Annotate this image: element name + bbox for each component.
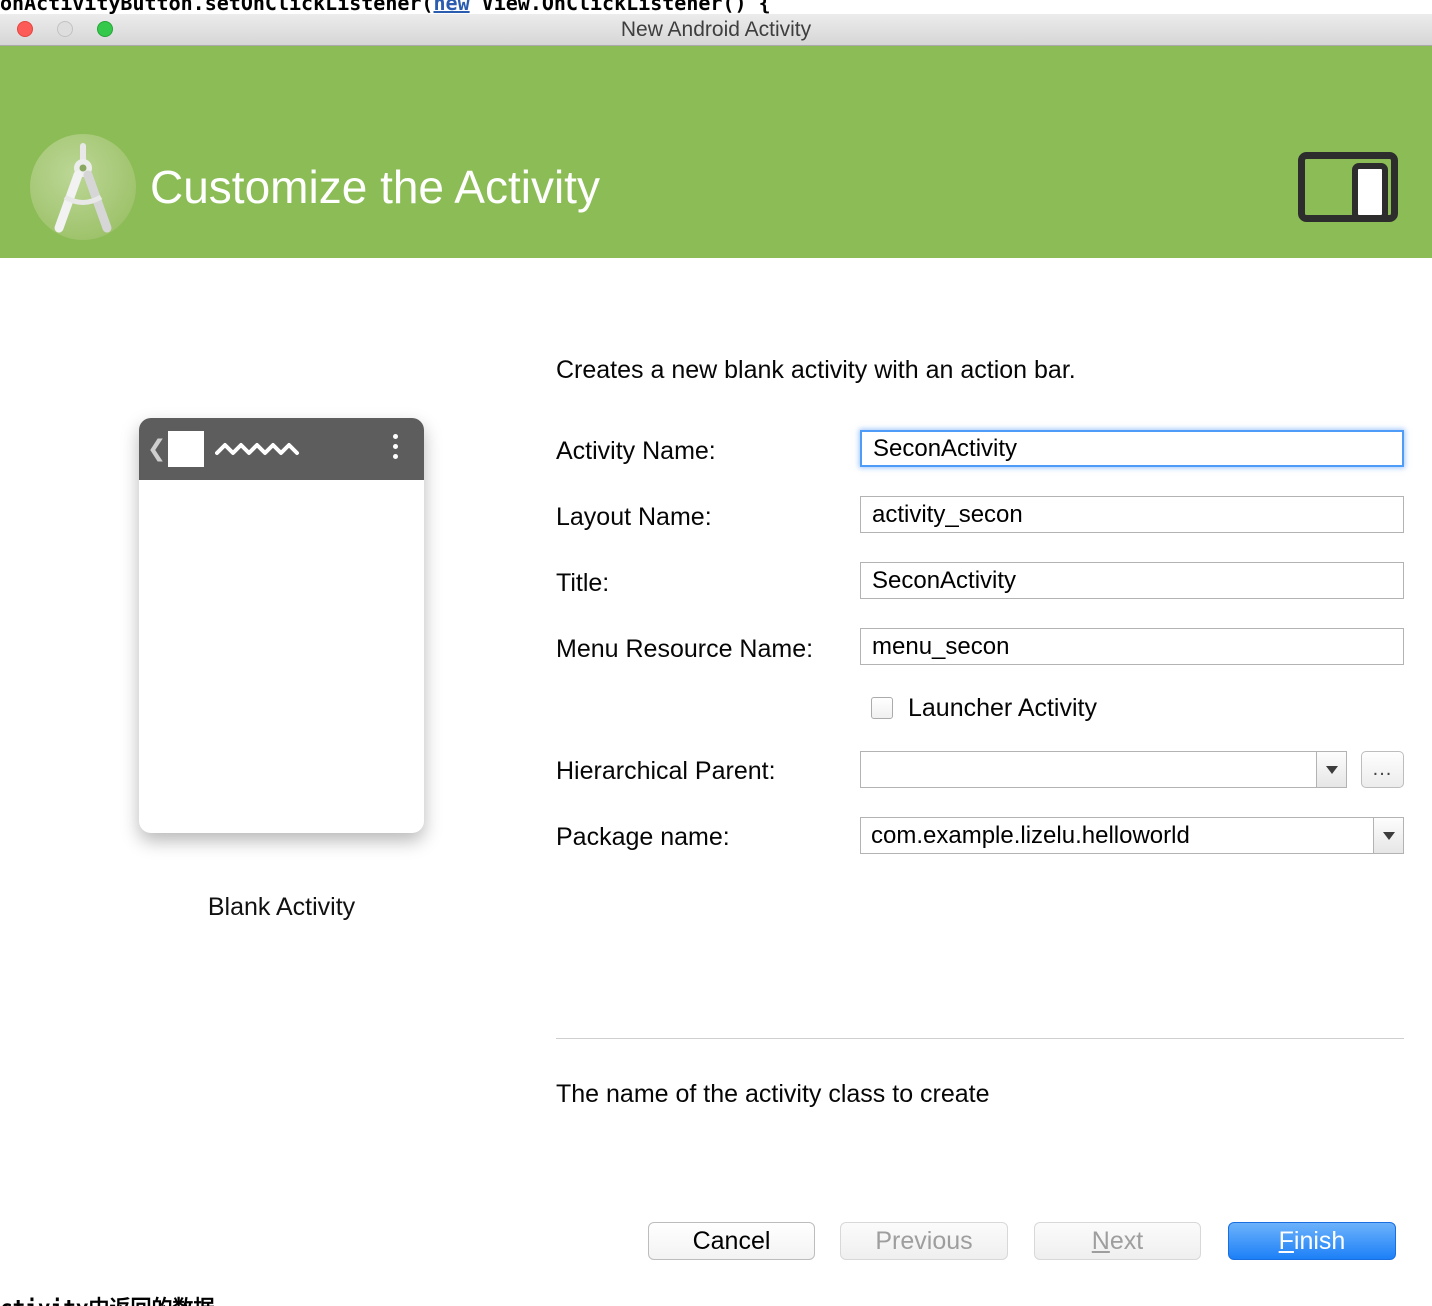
chevron-down-icon — [1326, 766, 1338, 774]
background-code-bottom: ctivity中返回的数据 — [0, 1292, 1432, 1306]
activity-name-input[interactable] — [860, 430, 1404, 467]
package-name-label: Package name: — [556, 823, 730, 852]
chevron-down-icon — [1383, 832, 1395, 840]
divider — [556, 1038, 1404, 1039]
activity-name-label: Activity Name: — [556, 437, 716, 466]
hierarchical-parent-combo — [860, 751, 1347, 788]
window-title: New Android Activity — [0, 14, 1432, 45]
hierarchical-parent-dropdown-button[interactable] — [1316, 752, 1346, 787]
code-text-bottom: ctivity中返回的数据 — [0, 1292, 215, 1306]
dialog-titlebar[interactable]: New Android Activity — [0, 14, 1432, 46]
preview-caption: Blank Activity — [139, 893, 424, 922]
back-chevron-icon: ❮ — [147, 435, 166, 461]
hierarchical-parent-input[interactable] — [861, 752, 1316, 787]
finish-button[interactable]: Finish — [1228, 1222, 1396, 1260]
title-squiggle-icon — [215, 441, 303, 457]
code-text-pre: onActivityButton.setOnClickListener( — [0, 0, 433, 14]
previous-button[interactable]: Previous — [840, 1222, 1008, 1260]
screen: onActivityButton.setOnClickListener(new … — [0, 0, 1432, 1306]
previous-button-label: Previous — [875, 1227, 972, 1256]
preview-action-bar: ❮ — [139, 418, 424, 480]
hierarchical-parent-browse-button[interactable]: ... — [1361, 751, 1404, 788]
package-name-input[interactable] — [861, 818, 1373, 853]
menu-resource-name-label: Menu Resource Name: — [556, 635, 813, 664]
package-name-combo — [860, 817, 1404, 854]
launcher-activity-checkbox[interactable] — [871, 697, 893, 719]
menu-resource-name-input[interactable] — [860, 628, 1404, 665]
finish-button-label: Finish — [1279, 1227, 1346, 1256]
title-input[interactable] — [860, 562, 1404, 599]
overflow-menu-icon — [393, 434, 398, 459]
code-link-new: new — [433, 0, 469, 14]
tablet-phone-icon — [1298, 152, 1398, 222]
template-description: Creates a new blank activity with an act… — [556, 356, 1076, 385]
layout-name-input[interactable] — [860, 496, 1404, 533]
hierarchical-parent-label: Hierarchical Parent: — [556, 757, 776, 786]
next-button-label: Next — [1092, 1227, 1143, 1256]
zoom-button[interactable] — [97, 21, 113, 37]
field-hint-text: The name of the activity class to create — [556, 1080, 990, 1109]
next-button[interactable]: Next — [1034, 1222, 1201, 1260]
traffic-lights — [17, 21, 113, 37]
package-name-dropdown-button[interactable] — [1373, 818, 1403, 853]
android-studio-logo-icon — [30, 134, 136, 240]
cancel-button[interactable]: Cancel — [648, 1222, 815, 1260]
layout-name-label: Layout Name: — [556, 503, 712, 532]
launcher-activity-label: Launcher Activity — [908, 694, 1097, 723]
cancel-button-label: Cancel — [693, 1227, 771, 1256]
activity-preview-card: ❮ — [139, 418, 424, 833]
code-text-post: View.OnClickListener() { — [470, 0, 771, 14]
page-title: Customize the Activity — [150, 160, 600, 214]
background-code-top: onActivityButton.setOnClickListener(new … — [0, 0, 1432, 14]
app-icon-placeholder — [168, 431, 204, 467]
title-label: Title: — [556, 569, 609, 598]
wizard-header: Customize the Activity — [0, 46, 1432, 258]
close-button[interactable] — [17, 21, 33, 37]
minimize-button[interactable] — [57, 21, 73, 37]
